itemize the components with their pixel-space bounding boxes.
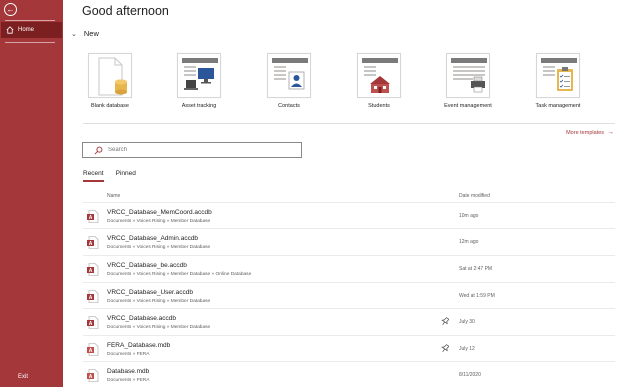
back-arrow-icon[interactable]: ← bbox=[4, 3, 17, 16]
file-name: VRCC_Database_be.accdb bbox=[107, 262, 187, 269]
file-name: VRCC_Database_User.accdb bbox=[107, 289, 193, 296]
tab-pinned[interactable]: Pinned bbox=[116, 170, 136, 182]
template-contacts[interactable]: Contacts bbox=[250, 53, 328, 109]
file-path: Documents » FERA bbox=[107, 352, 150, 357]
file-tabs: Recent Pinned bbox=[83, 170, 136, 182]
arrow-right-icon: → bbox=[607, 129, 614, 136]
svg-text:A: A bbox=[89, 295, 93, 301]
file-row[interactable]: A VRCC_Database.accdb Documents » Voices… bbox=[83, 308, 615, 334]
file-name: FERA_Database.mdb bbox=[107, 342, 171, 349]
file-date: 10m ago bbox=[459, 213, 479, 219]
access-file-icon: A bbox=[87, 316, 99, 329]
new-section-label: New bbox=[83, 29, 99, 38]
more-templates-label: More templates bbox=[566, 129, 604, 136]
tab-recent[interactable]: Recent bbox=[83, 170, 104, 182]
svg-text:A: A bbox=[89, 215, 93, 221]
pin-icon[interactable] bbox=[441, 344, 449, 353]
file-path: Documents » Voices Rising » Member Datab… bbox=[107, 325, 211, 330]
blank-database-icon bbox=[88, 53, 132, 98]
sidebar-item-exit[interactable]: Exit bbox=[18, 374, 28, 380]
file-name: Database.mdb bbox=[107, 368, 150, 375]
template-label: Task management bbox=[535, 103, 581, 109]
template-event-management[interactable]: Event management bbox=[429, 53, 507, 109]
svg-text:A: A bbox=[89, 321, 93, 327]
file-row[interactable]: A FERA_Database.mdb Documents » FERA Jul… bbox=[83, 335, 615, 361]
template-task-management[interactable]: Task management bbox=[519, 53, 597, 109]
template-asset-tracking[interactable]: Asset tracking bbox=[160, 53, 238, 109]
file-date: July 30 bbox=[459, 319, 475, 325]
file-date: Sat at 2:47 PM bbox=[459, 266, 493, 272]
file-row[interactable]: A VRCC_Database_be.accdb Documents » Voi… bbox=[83, 255, 615, 281]
backstage-sidebar: ← Home Exit bbox=[0, 0, 63, 387]
file-name: VRCC_Database_MemCoord.accdb bbox=[107, 209, 212, 216]
file-date: July 12 bbox=[459, 346, 475, 352]
access-file-icon: A bbox=[87, 369, 99, 382]
template-label: Contacts bbox=[278, 103, 300, 109]
column-header-name[interactable]: Name bbox=[107, 193, 120, 199]
template-students[interactable]: Students bbox=[340, 53, 418, 109]
search-box[interactable] bbox=[82, 142, 302, 158]
contacts-icon bbox=[267, 53, 311, 98]
page-title: Good afternoon bbox=[82, 4, 169, 18]
pin-icon[interactable] bbox=[441, 317, 449, 326]
access-file-icon: A bbox=[87, 263, 99, 276]
file-row[interactable]: A VRCC_Database_MemCoord.accdb Documents… bbox=[83, 202, 615, 228]
template-label: Blank database bbox=[91, 103, 129, 109]
template-label: Asset tracking bbox=[181, 103, 217, 109]
svg-text:A: A bbox=[89, 268, 93, 274]
file-path: Documents » Voices Rising » Member Datab… bbox=[107, 245, 211, 250]
file-path: Documents » FERA bbox=[107, 378, 150, 383]
file-name: VRCC_Database_Admin.accdb bbox=[107, 235, 199, 242]
template-blank-database[interactable]: Blank database bbox=[71, 53, 149, 109]
column-header-date[interactable]: Date modified bbox=[459, 193, 490, 199]
svg-text:A: A bbox=[89, 374, 93, 380]
chevron-down-icon: ⌄ bbox=[71, 30, 77, 38]
sidebar-divider bbox=[5, 20, 55, 21]
file-name: VRCC_Database.accdb bbox=[107, 315, 177, 322]
new-section-header[interactable]: ⌄ New bbox=[71, 29, 99, 38]
access-file-icon: A bbox=[87, 290, 99, 303]
file-date: 8/11/2020 bbox=[459, 372, 481, 378]
file-path: Documents » Voices Rising » Member Datab… bbox=[107, 219, 211, 224]
svg-text:A: A bbox=[89, 348, 93, 354]
file-row[interactable]: A Database.mdb Documents » FERA 8/11/202… bbox=[83, 361, 615, 387]
sidebar-divider bbox=[5, 42, 55, 43]
access-file-icon: A bbox=[87, 210, 99, 223]
file-row[interactable]: A VRCC_Database_Admin.accdb Documents » … bbox=[83, 228, 615, 254]
task-management-icon bbox=[536, 53, 580, 98]
students-icon bbox=[357, 53, 401, 98]
sidebar-item-home[interactable]: Home bbox=[1, 22, 62, 38]
file-path: Documents » Voices Rising » Member Datab… bbox=[107, 272, 252, 277]
section-divider bbox=[83, 123, 615, 124]
sidebar-item-label: Home bbox=[18, 27, 35, 33]
template-label: Event management bbox=[444, 103, 492, 109]
access-file-icon: A bbox=[87, 236, 99, 249]
file-row[interactable]: A VRCC_Database_User.accdb Documents » V… bbox=[83, 282, 615, 308]
search-input[interactable] bbox=[108, 147, 288, 153]
template-label: Students bbox=[368, 103, 390, 109]
main-content: Good afternoon ⌄ New Blank database Asse… bbox=[63, 0, 624, 387]
file-date: Wed at 1:59 PM bbox=[459, 293, 495, 299]
home-icon bbox=[6, 26, 14, 34]
event-management-icon bbox=[446, 53, 490, 98]
svg-text:A: A bbox=[89, 241, 93, 247]
access-file-icon: A bbox=[87, 343, 99, 356]
search-icon bbox=[94, 146, 103, 154]
file-path: Documents » Voices Rising » Member Datab… bbox=[107, 299, 211, 304]
file-date: 12m ago bbox=[459, 239, 479, 245]
more-templates-link[interactable]: More templates → bbox=[566, 129, 614, 136]
asset-tracking-icon bbox=[177, 53, 221, 98]
